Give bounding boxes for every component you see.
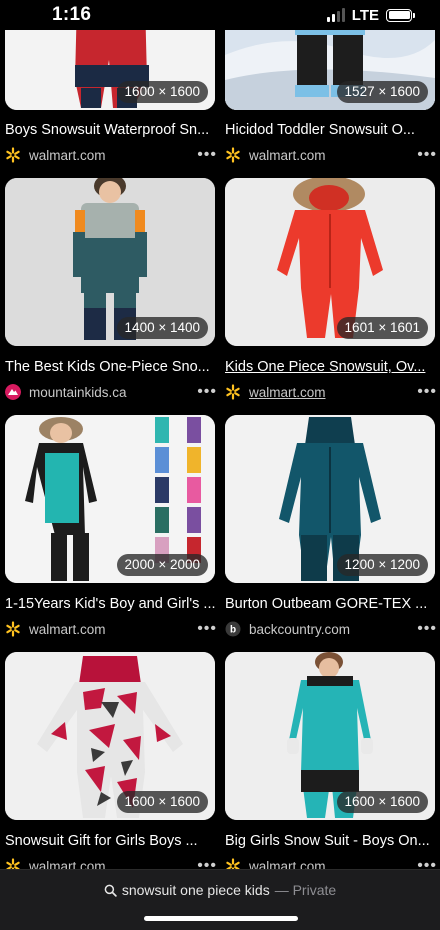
more-options-button[interactable]: ••• (197, 146, 217, 164)
status-time: 1:16 (52, 4, 92, 25)
result-title[interactable]: 1-15Years Kid's Boy and Girl's ... (5, 595, 217, 613)
svg-text:b: b (230, 625, 236, 636)
result-title[interactable]: Boys Snowsuit Waterproof Sn... (5, 121, 217, 139)
battery-icon (386, 8, 415, 22)
result-source: walmart.com ••• (5, 146, 217, 164)
result-thumbnail[interactable]: 2000 × 2000 (5, 415, 215, 583)
status-indicators: LTE (326, 6, 415, 24)
source-domain[interactable]: walmart.com (249, 385, 326, 400)
walmart-spark-icon (226, 147, 240, 163)
image-dimensions-badge: 1600 × 1600 (116, 81, 208, 103)
result-source: walmart.com ••• (225, 383, 437, 401)
more-options-button[interactable]: ••• (417, 383, 437, 401)
image-dimensions-badge: 1200 × 1200 (336, 554, 428, 576)
result-source: b backcountry.com ••• (225, 620, 437, 638)
source-domain: walmart.com (29, 621, 106, 637)
result-source: mountainkids.ca ••• (5, 383, 217, 401)
result-card[interactable]: 1601 × 1601 Kids One Piece Snowsuit, Ov.… (225, 178, 437, 403)
result-card[interactable]: 2000 × 2000 1-15Years Kid's Boy and Girl… (5, 415, 217, 640)
result-card[interactable]: 1600 × 1600 Snowsuit Gift for Girls Boys… (5, 652, 217, 874)
more-options-button[interactable]: ••• (417, 620, 437, 638)
image-dimensions-badge: 1400 × 1400 (116, 317, 208, 339)
more-options-button[interactable]: ••• (197, 383, 217, 401)
image-dimensions-badge: 2000 × 2000 (116, 554, 208, 576)
source-domain: walmart.com (29, 147, 106, 163)
home-indicator[interactable] (144, 916, 298, 921)
source-domain: backcountry.com (249, 621, 351, 637)
cellular-signal-icon (326, 8, 345, 22)
search-icon (104, 884, 117, 897)
private-mode-label: — Private (274, 882, 337, 898)
result-title[interactable]: The Best Kids One-Piece Sno... (5, 358, 217, 376)
image-dimensions-badge: 1600 × 1600 (116, 791, 208, 813)
result-title[interactable]: Big Girls Snow Suit - Boys On... (225, 832, 437, 850)
result-card[interactable]: 1200 × 1200 Burton Outbeam GORE-TEX ... … (225, 415, 437, 640)
result-title[interactable]: Burton Outbeam GORE-TEX ... (225, 595, 437, 613)
result-thumbnail[interactable]: 1600 × 1600 (5, 652, 215, 820)
image-dimensions-badge: 1600 × 1600 (336, 791, 428, 813)
result-thumbnail[interactable]: 1600 × 1600 (225, 652, 435, 820)
search-query-text: snowsuit one piece kids (121, 882, 270, 898)
result-title[interactable]: Snowsuit Gift for Girls Boys ... (5, 832, 217, 850)
status-bar: 1:16 LTE (0, 0, 440, 30)
result-source: walmart.com ••• (5, 620, 217, 638)
bottom-address-bar[interactable]: snowsuit one piece kids — Private (0, 869, 440, 930)
backcountry-icon: b (225, 621, 241, 637)
source-domain: walmart.com (249, 147, 326, 163)
more-options-button[interactable]: ••• (417, 146, 437, 164)
image-dimensions-badge: 1601 × 1601 (336, 317, 428, 339)
result-source: walmart.com ••• (225, 146, 437, 164)
network-type: LTE (351, 6, 379, 24)
walmart-spark-icon (226, 384, 240, 400)
more-options-button[interactable]: ••• (197, 620, 217, 638)
walmart-spark-icon (6, 147, 20, 163)
source-domain: mountainkids.ca (29, 384, 127, 400)
walmart-spark-icon (6, 621, 20, 637)
result-title[interactable]: Kids One Piece Snowsuit, Ov... (225, 358, 437, 376)
result-card[interactable]: 1400 × 1400 The Best Kids One-Piece Sno.… (5, 178, 217, 403)
result-thumbnail[interactable]: 1200 × 1200 (225, 415, 435, 583)
result-thumbnail[interactable]: 1400 × 1400 (5, 178, 215, 346)
result-card[interactable]: 1600 × 1600 Big Girls Snow Suit - Boys O… (225, 652, 437, 874)
search-query-bar[interactable]: snowsuit one piece kids — Private (0, 882, 440, 898)
image-dimensions-badge: 1527 × 1600 (336, 81, 428, 103)
result-thumbnail[interactable]: 1601 × 1601 (225, 178, 435, 346)
result-title[interactable]: Hicidod Toddler Snowsuit O... (225, 121, 437, 139)
mountainkids-icon (5, 384, 21, 400)
